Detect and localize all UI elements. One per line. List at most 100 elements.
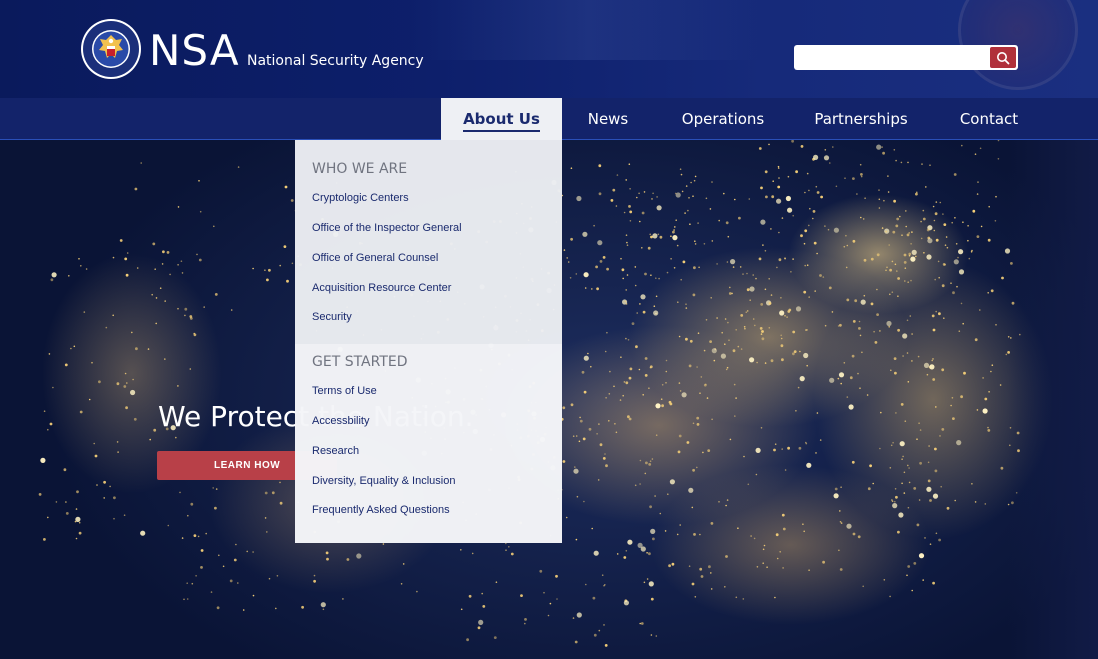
- city-light-dot: [761, 337, 765, 341]
- city-light-dot: [894, 371, 897, 375]
- city-light-dot: [952, 417, 955, 420]
- city-light-dot: [920, 237, 923, 240]
- city-light-dot: [616, 174, 619, 176]
- city-light-dot: [953, 259, 959, 265]
- city-light-dot: [116, 382, 120, 386]
- city-light-dot: [901, 234, 903, 236]
- city-light-dot: [520, 594, 523, 597]
- header-decoration: [408, 0, 768, 60]
- city-light-dot: [582, 437, 586, 441]
- city-light-dot: [692, 195, 694, 197]
- city-light-dot: [237, 582, 239, 584]
- city-light-dot: [792, 258, 794, 260]
- dropdown-link-security[interactable]: Security: [312, 310, 352, 324]
- city-light-dot: [938, 276, 940, 279]
- city-light-dot: [591, 288, 593, 290]
- dropdown-link-inspector-general[interactable]: Office of the Inspector General: [312, 221, 462, 235]
- city-light-dot: [888, 244, 890, 246]
- city-light-dot: [887, 191, 890, 193]
- city-light-dot: [779, 551, 781, 553]
- city-light-dot: [911, 333, 913, 335]
- city-light-dot: [768, 278, 770, 280]
- city-light-dot: [670, 235, 672, 237]
- city-light-dot: [739, 266, 742, 268]
- city-light-dot: [770, 294, 773, 296]
- city-light-dot: [710, 572, 712, 574]
- dropdown-link-accessibility[interactable]: Accessbility: [312, 414, 369, 428]
- city-light-dot: [894, 488, 897, 490]
- city-light-dot: [955, 243, 958, 245]
- city-light-dot: [941, 368, 945, 372]
- city-light-dot: [951, 397, 954, 399]
- dropdown-link-cryptologic-centers[interactable]: Cryptologic Centers: [312, 191, 409, 205]
- nsa-seal-icon[interactable]: [80, 18, 142, 80]
- dropdown-link-acquisition[interactable]: Acquisition Resource Center: [312, 281, 451, 295]
- city-light-dot: [840, 486, 842, 489]
- city-light-dot: [890, 444, 893, 447]
- city-light-dot: [640, 546, 646, 552]
- city-light-dot: [667, 493, 669, 496]
- dropdown-link-faq[interactable]: Frequently Asked Questions: [312, 503, 450, 517]
- city-light-dot: [878, 189, 880, 191]
- city-light-dot: [915, 192, 918, 196]
- city-light-dot: [845, 266, 848, 269]
- city-light-dot: [275, 607, 277, 610]
- city-light-dot: [628, 376, 632, 380]
- nav-item-contact[interactable]: Contact: [948, 98, 1030, 140]
- search-button[interactable]: [990, 47, 1016, 68]
- city-light-dot: [629, 210, 633, 214]
- city-light-dot: [1000, 466, 1004, 470]
- dropdown-link-diversity[interactable]: Diversity, Equality & Inclusion: [312, 474, 455, 488]
- city-light-dot: [832, 146, 834, 148]
- city-light-dot: [650, 634, 653, 636]
- nav-item-partnerships[interactable]: Partnerships: [802, 98, 920, 140]
- city-light-dot: [195, 575, 197, 577]
- dropdown-link-research[interactable]: Research: [312, 444, 359, 458]
- city-light-dot: [803, 530, 805, 533]
- city-light-dot: [78, 521, 81, 524]
- city-light-dot: [700, 575, 704, 578]
- city-light-dot: [816, 412, 819, 414]
- city-light-dot: [765, 195, 768, 199]
- city-light-dot: [658, 277, 660, 280]
- dropdown-link-general-counsel[interactable]: Office of General Counsel: [312, 251, 438, 265]
- city-light-dot: [919, 429, 922, 431]
- city-light-dot: [50, 278, 54, 282]
- city-light-dot: [730, 259, 736, 265]
- city-light-dot: [968, 257, 971, 260]
- city-light-dot: [938, 312, 941, 316]
- city-light-dot: [677, 450, 681, 454]
- city-light-dot: [164, 358, 166, 360]
- city-light-dot: [93, 442, 95, 445]
- city-light-dot: [768, 327, 771, 329]
- city-light-dot: [131, 331, 133, 334]
- city-light-dot: [696, 423, 700, 426]
- nav-item-operations[interactable]: Operations: [670, 98, 776, 140]
- city-light-dot: [918, 553, 925, 559]
- city-light-dot: [958, 269, 965, 275]
- city-light-dot: [94, 454, 98, 458]
- city-light-dot: [73, 345, 76, 348]
- city-light-dot: [889, 293, 891, 296]
- city-light-dot: [620, 356, 622, 358]
- city-light-dot: [833, 227, 840, 233]
- nav-item-about-us[interactable]: About Us: [441, 98, 562, 140]
- city-light-dot: [593, 633, 597, 637]
- city-light-dot: [187, 514, 189, 517]
- city-light-dot: [276, 575, 279, 577]
- dropdown-link-terms-of-use[interactable]: Terms of Use: [312, 384, 377, 398]
- city-light-dot: [782, 567, 784, 569]
- city-light-dot: [787, 207, 793, 213]
- city-light-dot: [620, 257, 622, 260]
- logo-text[interactable]: NSA: [149, 26, 240, 76]
- logo-subtitle[interactable]: National Security Agency: [247, 52, 424, 70]
- city-light-dot: [264, 491, 268, 495]
- city-light-dot: [154, 268, 156, 270]
- city-light-dot: [764, 288, 767, 291]
- search-input[interactable]: [796, 47, 986, 68]
- nav-item-news[interactable]: News: [570, 98, 646, 140]
- city-light-dot: [915, 255, 917, 258]
- city-light-dot: [213, 225, 215, 228]
- city-light-dot: [879, 447, 881, 450]
- city-light-dot: [246, 550, 248, 553]
